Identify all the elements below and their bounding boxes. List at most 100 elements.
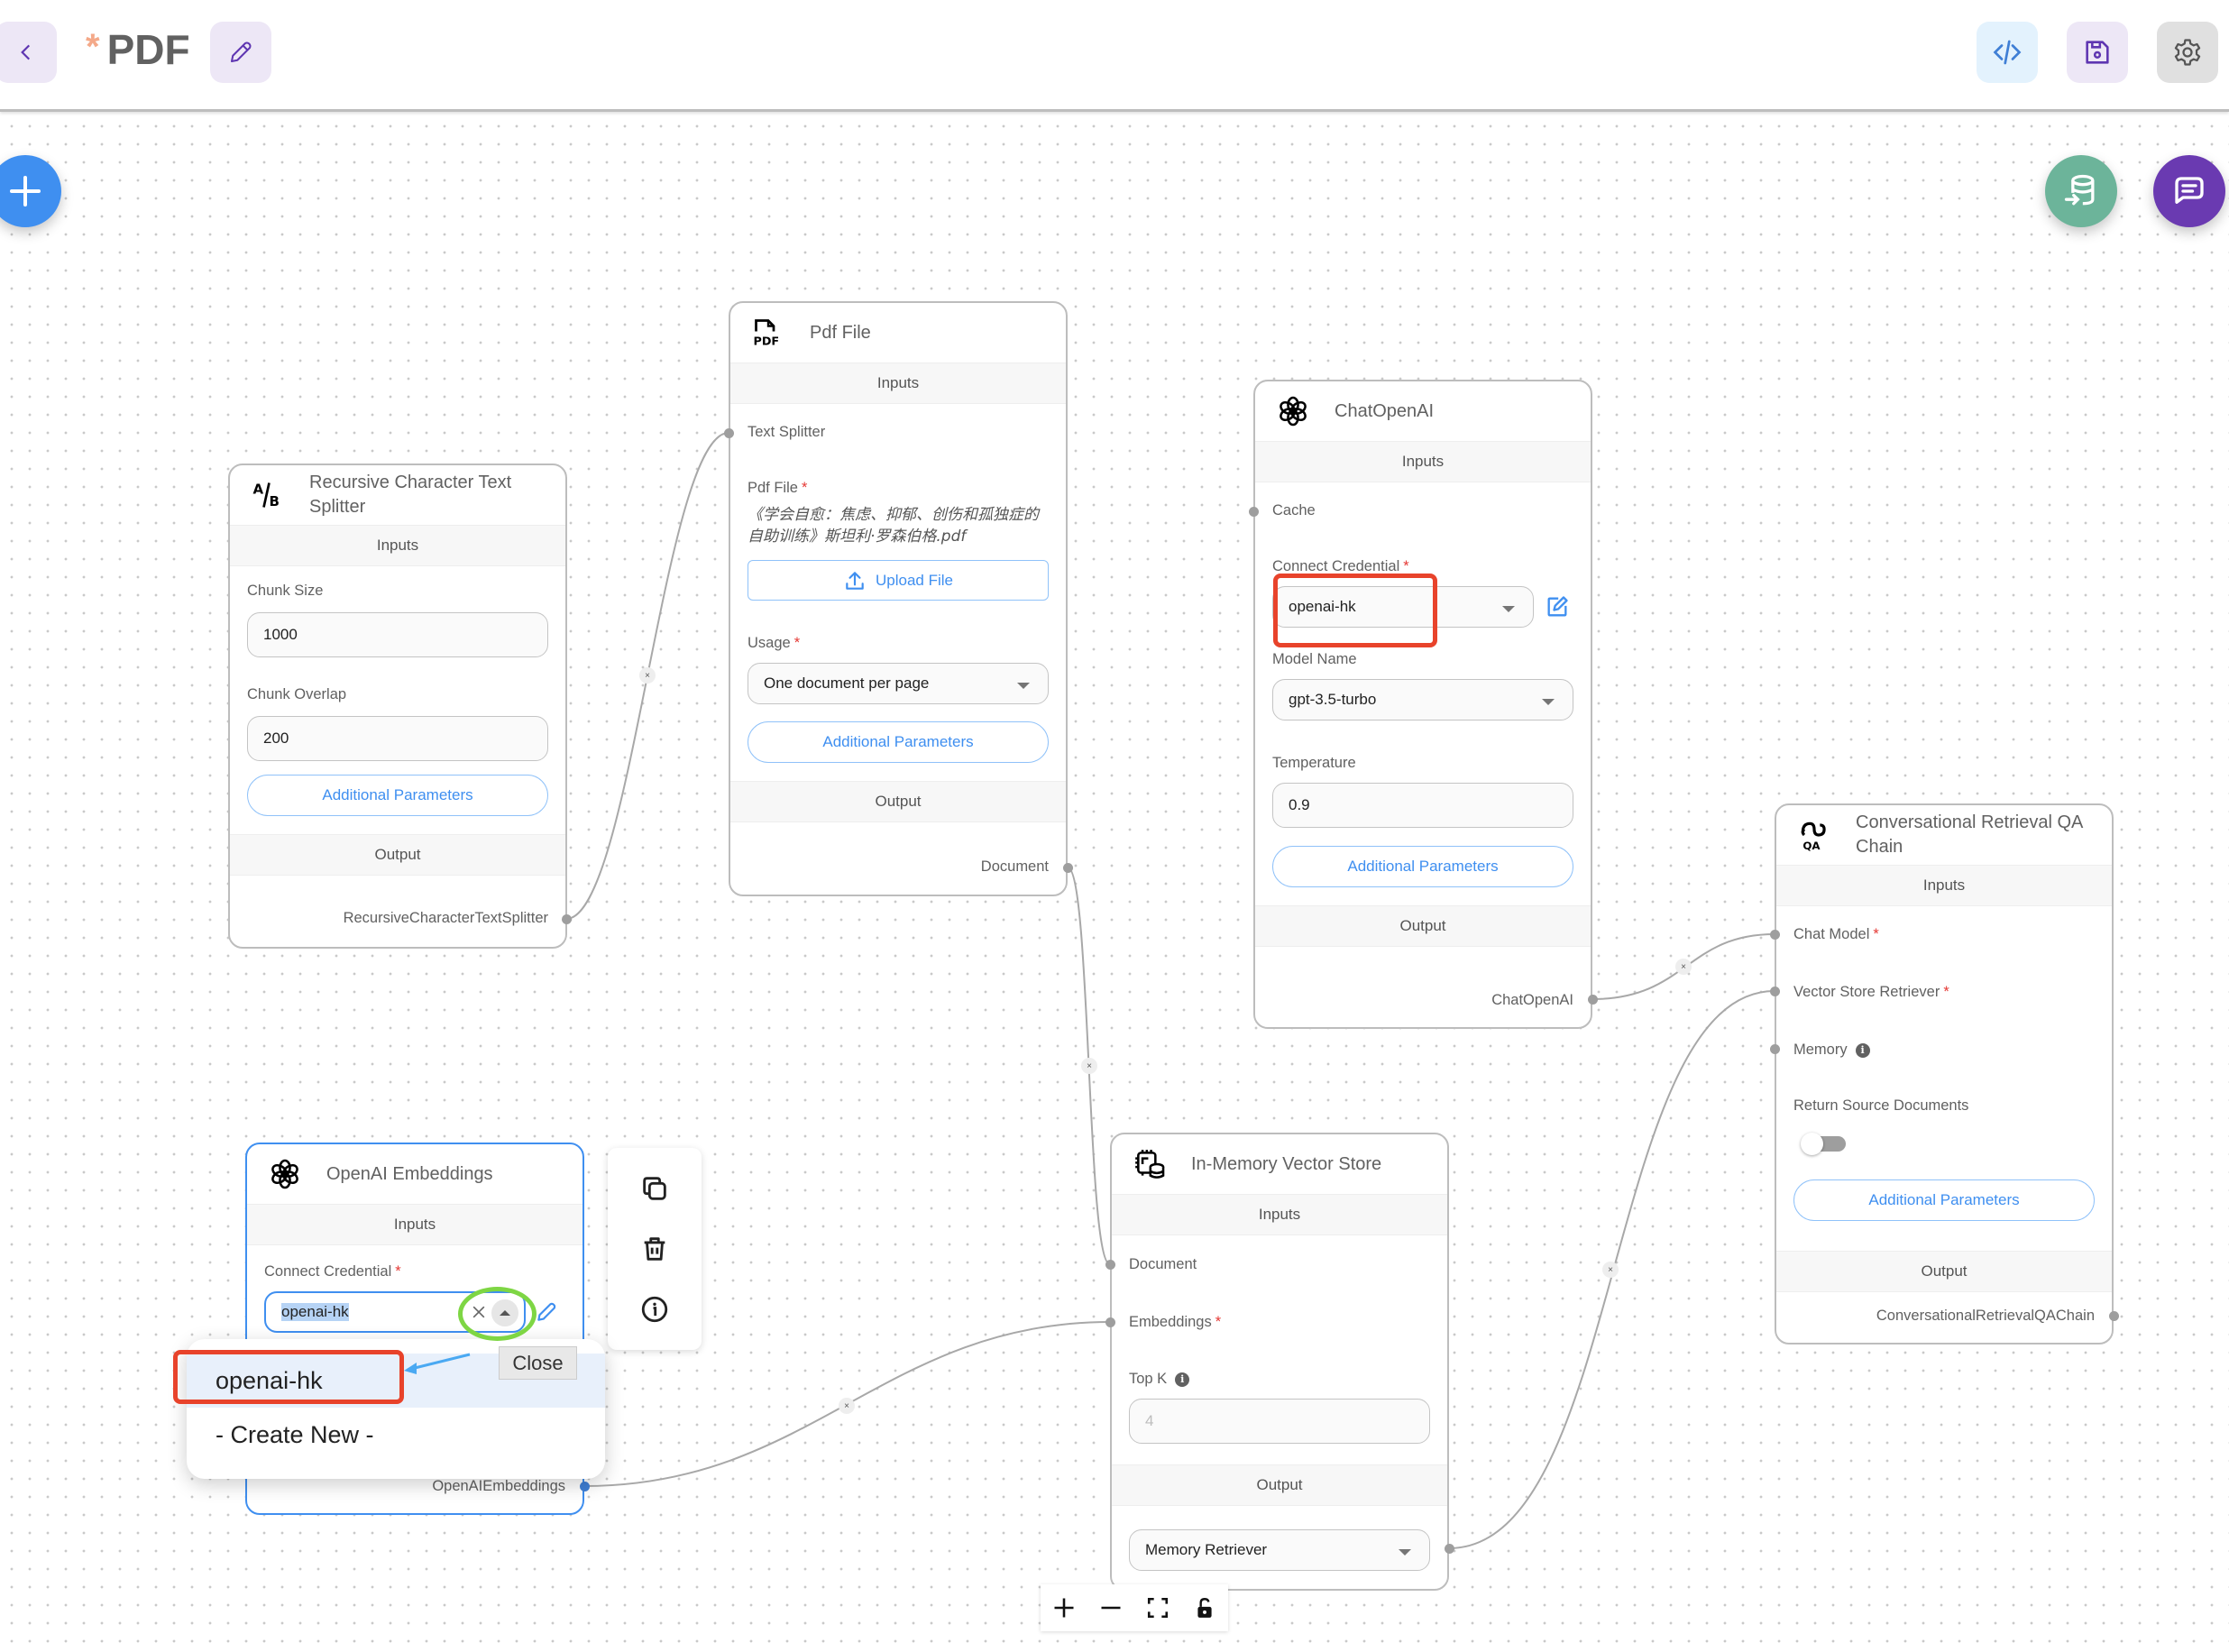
node-info-button[interactable] bbox=[632, 1287, 677, 1332]
usage-label: Usage * bbox=[748, 635, 1049, 652]
settings-button[interactable] bbox=[2157, 22, 2218, 83]
inputs-section-header: Inputs bbox=[230, 525, 565, 566]
inputs-section-header: Inputs bbox=[247, 1204, 582, 1245]
api-code-button[interactable] bbox=[1977, 22, 2038, 83]
input-handle-embeddings[interactable] bbox=[1105, 1317, 1115, 1327]
document-anchor-label: Document bbox=[1129, 1256, 1197, 1272]
chunk-overlap-input[interactable]: 200 bbox=[247, 716, 548, 761]
edge-delete-button[interactable]: × bbox=[1081, 1058, 1097, 1074]
close-tooltip: Close bbox=[499, 1346, 577, 1380]
info-icon[interactable]: i bbox=[1175, 1372, 1190, 1387]
node-conversational-qa-chain[interactable]: QA Conversational Retrieval QA Chain Inp… bbox=[1775, 803, 2114, 1345]
node-title: ChatOpenAI bbox=[1335, 400, 1435, 421]
upsert-vector-db-button[interactable] bbox=[2045, 155, 2117, 227]
chevron-down-icon bbox=[1542, 699, 1555, 705]
node-title: Conversational Retrieval QA Chain bbox=[1856, 812, 2083, 857]
output-section-header: Output bbox=[1112, 1464, 1447, 1506]
cache-anchor-label: Cache bbox=[1272, 502, 1316, 519]
model-name-value: gpt-3.5-turbo bbox=[1289, 691, 1377, 708]
input-handle-text-splitter[interactable] bbox=[724, 428, 734, 438]
topk-input[interactable]: 4 bbox=[1129, 1399, 1430, 1444]
return-source-docs-toggle[interactable] bbox=[1801, 1133, 1848, 1155]
output-handle[interactable] bbox=[1445, 1544, 1454, 1554]
additional-parameters-button[interactable]: Additional Parameters bbox=[1272, 846, 1573, 887]
edge-delete-button[interactable]: × bbox=[839, 1398, 855, 1414]
edit-credential-icon[interactable] bbox=[1545, 594, 1570, 620]
output-section-header: Output bbox=[730, 781, 1066, 822]
zoom-in-button[interactable] bbox=[1044, 1588, 1084, 1628]
dropdown-option[interactable]: - Create New - bbox=[187, 1408, 605, 1462]
topk-label: Top K i bbox=[1129, 1371, 1430, 1388]
node-in-memory-vector-store[interactable]: In-Memory Vector Store Inputs Document E… bbox=[1110, 1133, 1449, 1591]
edit-title-button[interactable] bbox=[210, 22, 271, 83]
info-icon[interactable]: i bbox=[1855, 1042, 1870, 1058]
duplicate-node-button[interactable] bbox=[632, 1166, 677, 1211]
usage-selected-value: One document per page bbox=[764, 675, 930, 692]
zoom-out-button[interactable] bbox=[1091, 1588, 1131, 1628]
retriever-label-text: Vector Store Retriever bbox=[1793, 984, 1940, 1000]
fit-view-icon bbox=[1147, 1597, 1169, 1619]
edge-delete-button[interactable]: × bbox=[639, 667, 656, 684]
node-chat-openai[interactable]: ChatOpenAI Inputs Cache Connect Credenti… bbox=[1253, 380, 1592, 1029]
pdf-file-name: 《学会自愈：焦虑、抑郁、创伤和孤独症的自助训练》斯坦利·罗森伯格.pdf bbox=[748, 506, 1039, 546]
database-import-icon bbox=[2064, 174, 2095, 206]
fit-view-button[interactable] bbox=[1138, 1588, 1178, 1628]
upload-icon bbox=[846, 571, 864, 590]
chevron-down-icon bbox=[1502, 606, 1515, 612]
openai-icon bbox=[1273, 391, 1313, 431]
toggle-interactivity-button[interactable] bbox=[1185, 1588, 1225, 1628]
model-name-select[interactable]: gpt-3.5-turbo bbox=[1272, 679, 1573, 720]
chunk-size-input[interactable]: 1000 bbox=[247, 612, 548, 657]
edit-credential-icon[interactable] bbox=[535, 1300, 558, 1324]
unsaved-indicator: * bbox=[86, 27, 100, 67]
open-chat-button[interactable] bbox=[2153, 155, 2225, 227]
input-handle-cache[interactable] bbox=[1249, 507, 1259, 517]
plus-icon bbox=[10, 176, 41, 206]
output-anchor-label: ChatOpenAI bbox=[1491, 992, 1573, 1008]
delete-node-button[interactable] bbox=[632, 1226, 677, 1271]
qa-chain-icon: QA bbox=[1794, 815, 1834, 855]
additional-parameters-button[interactable]: Additional Parameters bbox=[1793, 1179, 2095, 1221]
edge-delete-button[interactable]: × bbox=[1602, 1262, 1619, 1278]
node-recursive-text-splitter[interactable]: AB Recursive Character Text Splitter Inp… bbox=[228, 463, 567, 949]
usage-select[interactable]: One document per page bbox=[748, 663, 1049, 704]
canvas-controls bbox=[1041, 1584, 1228, 1631]
temperature-value: 0.9 bbox=[1289, 796, 1310, 813]
output-handle[interactable] bbox=[2109, 1311, 2119, 1321]
memory-label-text: Memory bbox=[1793, 1042, 1848, 1058]
input-handle-retriever[interactable] bbox=[1770, 987, 1780, 996]
additional-parameters-button[interactable]: Additional Parameters bbox=[247, 775, 548, 816]
chevron-down-icon bbox=[1399, 1549, 1411, 1556]
plus-icon bbox=[1054, 1598, 1074, 1618]
edge-delete-button[interactable]: × bbox=[1675, 959, 1692, 975]
required-marker: * bbox=[1215, 1314, 1222, 1330]
output-handle[interactable] bbox=[1063, 863, 1073, 873]
output-section-header: Output bbox=[1255, 905, 1591, 947]
annotation-highlight-option bbox=[173, 1350, 404, 1404]
upload-file-label: Upload File bbox=[876, 571, 953, 589]
model-name-label: Model Name bbox=[1272, 651, 1357, 667]
output-handle[interactable] bbox=[562, 914, 572, 924]
canvas-header: * PDF bbox=[0, 0, 2229, 112]
upload-file-button[interactable]: Upload File bbox=[748, 560, 1049, 601]
node-pdf-file[interactable]: PDF Pdf File Inputs Text Splitter Pdf Fi… bbox=[729, 301, 1068, 896]
temperature-input[interactable]: 0.9 bbox=[1272, 783, 1573, 828]
chunk-overlap-value: 200 bbox=[263, 730, 289, 747]
output-handle[interactable] bbox=[580, 1482, 590, 1491]
output-type-select[interactable]: Memory Retriever bbox=[1129, 1529, 1430, 1571]
save-flow-button[interactable] bbox=[2067, 22, 2128, 83]
required-marker: * bbox=[1943, 984, 1949, 1000]
toggle-thumb bbox=[1801, 1133, 1823, 1155]
output-handle[interactable] bbox=[1588, 995, 1598, 1005]
additional-parameters-button[interactable]: Additional Parameters bbox=[748, 721, 1049, 763]
input-handle-chat-model[interactable] bbox=[1770, 930, 1780, 940]
back-button[interactable] bbox=[0, 22, 57, 83]
credential-label-text: Connect Credential bbox=[264, 1263, 392, 1280]
embeddings-label-text: Embeddings bbox=[1129, 1314, 1212, 1330]
input-handle-memory[interactable] bbox=[1770, 1044, 1780, 1054]
flow-name: PDF bbox=[106, 26, 190, 73]
chat-message-icon bbox=[2175, 177, 2204, 204]
input-handle-document[interactable] bbox=[1105, 1260, 1115, 1270]
node-title: OpenAI Embeddings bbox=[326, 1163, 493, 1184]
pdf-file-label-text: Pdf File bbox=[748, 480, 798, 496]
